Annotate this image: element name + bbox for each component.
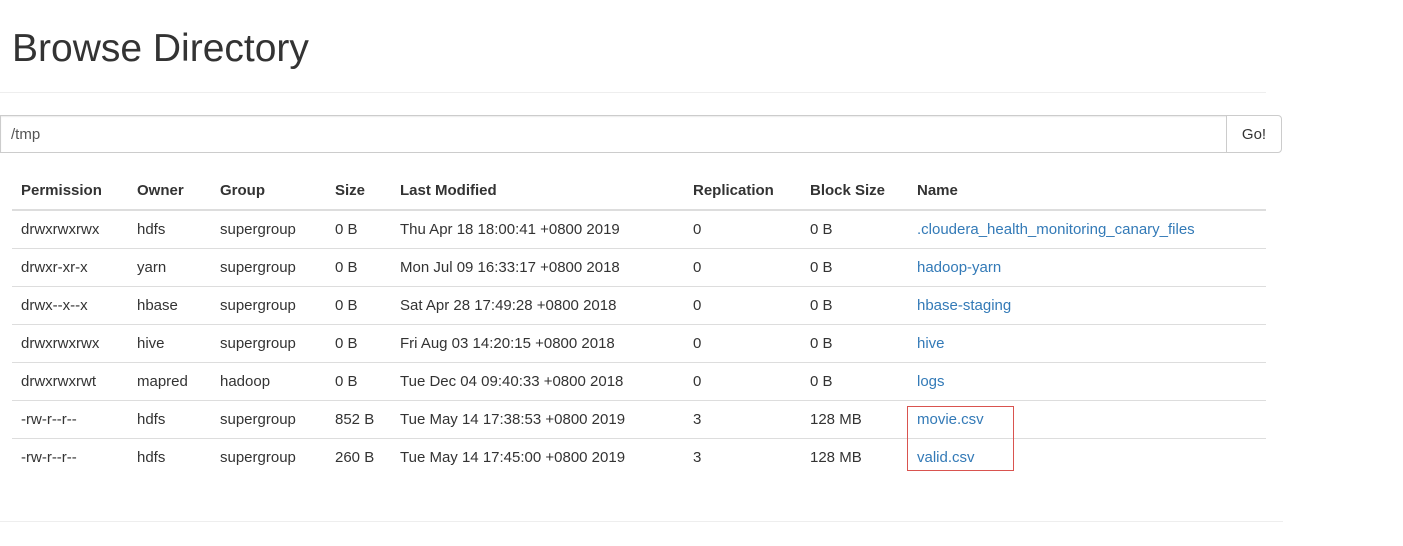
column-header-block-size[interactable]: Block Size (801, 172, 908, 211)
column-header-replication[interactable]: Replication (684, 172, 801, 211)
cell-replication: 0 (693, 220, 702, 238)
cell-size: 0 B (335, 220, 358, 238)
cell-owner: yarn (128, 247, 211, 286)
cell-last-modified: Mon Jul 09 16:33:17 +0800 2018 (391, 247, 684, 286)
cell-replication: 0 (684, 247, 801, 286)
cell-name: logs (908, 361, 1266, 400)
cell-name: valid.csv (908, 437, 1266, 476)
cell-last-modified: Tue May 14 17:38:53 +0800 2019 (391, 399, 684, 438)
cell-owner: hdfs (137, 220, 166, 238)
file-link[interactable]: hive (917, 335, 945, 352)
column-header-owner[interactable]: Owner (128, 172, 211, 211)
cell-last-modified: Thu Apr 18 18:00:41 +0800 2019 (400, 220, 620, 238)
cell-size: 0 B (326, 361, 391, 400)
column-header-group[interactable]: Group (211, 172, 326, 211)
cell-name: hbase-staging (908, 285, 1266, 324)
cell-group: supergroup (211, 285, 326, 324)
table-row: drwx--x--x hbase supergroup 0 B Sat Apr … (12, 285, 1266, 324)
cell-size: 0 B (326, 247, 391, 286)
cell-block-size: 0 B (801, 323, 908, 362)
footer-divider (0, 521, 1283, 522)
cell-name: hive (908, 323, 1266, 362)
cell-permission: drwx--x--x (12, 285, 128, 324)
column-header-permission[interactable]: Permission (12, 172, 128, 211)
page-title: Browse Directory (12, 27, 309, 70)
go-button[interactable]: Go! (1226, 115, 1282, 153)
cell-owner: hdfs (128, 399, 211, 438)
cell-last-modified: Tue May 14 17:45:00 +0800 2019 (391, 437, 684, 476)
cell-size: 0 B (326, 323, 391, 362)
file-link[interactable]: hadoop-yarn (917, 259, 1001, 276)
table-row: -rw-r--r-- hdfs supergroup 852 B Tue May… (12, 399, 1266, 438)
cell-group: supergroup (220, 220, 296, 238)
cell-name: movie.csv (908, 399, 1266, 438)
cell-group: supergroup (211, 247, 326, 286)
cell-owner: hdfs (128, 437, 211, 476)
column-header-size[interactable]: Size (326, 172, 391, 211)
cell-permission: drwxrwxrwt (12, 361, 128, 400)
path-form: Go! (0, 115, 1282, 153)
directory-path-input[interactable] (0, 115, 1227, 153)
file-link[interactable]: .cloudera_health_monitoring_canary_files (917, 221, 1195, 238)
table-row: drwxrwxrwx hive supergroup 0 B Fri Aug 0… (12, 323, 1266, 362)
column-header-last-modified[interactable]: Last Modified (391, 172, 684, 211)
file-link[interactable]: valid.csv (917, 449, 975, 466)
cell-group: supergroup (211, 323, 326, 362)
cell-size: 852 B (326, 399, 391, 438)
cell-group: supergroup (211, 399, 326, 438)
table-row: -rw-r--r-- hdfs supergroup 260 B Tue May… (12, 437, 1266, 476)
table-row: drwxrwxrwx hdfs supergroup 0 B Thu Apr 1… (12, 210, 1266, 248)
cell-permission: drwxrwxrwx (21, 220, 100, 238)
cell-permission: -rw-r--r-- (12, 437, 128, 476)
cell-permission: drwxrwxrwx (12, 323, 128, 362)
cell-group: hadoop (211, 361, 326, 400)
cell-owner: hive (128, 323, 211, 362)
cell-replication: 0 (684, 285, 801, 324)
cell-replication: 3 (684, 437, 801, 476)
title-divider (0, 92, 1266, 93)
cell-owner: hbase (128, 285, 211, 324)
file-link[interactable]: movie.csv (917, 411, 984, 428)
table-header-row: Permission Owner Group Size Last Modifie… (12, 172, 1266, 211)
cell-permission: drwxr-xr-x (12, 247, 128, 286)
cell-size: 0 B (326, 285, 391, 324)
file-link[interactable]: hbase-staging (917, 297, 1011, 314)
cell-block-size: 128 MB (801, 399, 908, 438)
file-link[interactable]: logs (917, 373, 945, 390)
cell-block-size: 0 B (801, 285, 908, 324)
cell-block-size: 0 B (810, 220, 833, 238)
cell-replication: 0 (684, 323, 801, 362)
cell-size: 260 B (326, 437, 391, 476)
cell-last-modified: Tue Dec 04 09:40:33 +0800 2018 (391, 361, 684, 400)
file-listing-table: Permission Owner Group Size Last Modifie… (12, 172, 1266, 476)
cell-last-modified: Sat Apr 28 17:49:28 +0800 2018 (391, 285, 684, 324)
cell-last-modified: Fri Aug 03 14:20:15 +0800 2018 (391, 323, 684, 362)
cell-block-size: 0 B (801, 361, 908, 400)
cell-group: supergroup (211, 437, 326, 476)
cell-block-size: 128 MB (801, 437, 908, 476)
cell-replication: 0 (684, 361, 801, 400)
cell-replication: 3 (684, 399, 801, 438)
column-header-name[interactable]: Name (908, 172, 1266, 211)
cell-permission: -rw-r--r-- (12, 399, 128, 438)
table-row: drwxrwxrwt mapred hadoop 0 B Tue Dec 04 … (12, 361, 1266, 400)
cell-block-size: 0 B (801, 247, 908, 286)
cell-name: .cloudera_health_monitoring_canary_files (908, 210, 1266, 248)
cell-name: hadoop-yarn (908, 247, 1266, 286)
table-row: drwxr-xr-x yarn supergroup 0 B Mon Jul 0… (12, 247, 1266, 286)
cell-owner: mapred (128, 361, 211, 400)
